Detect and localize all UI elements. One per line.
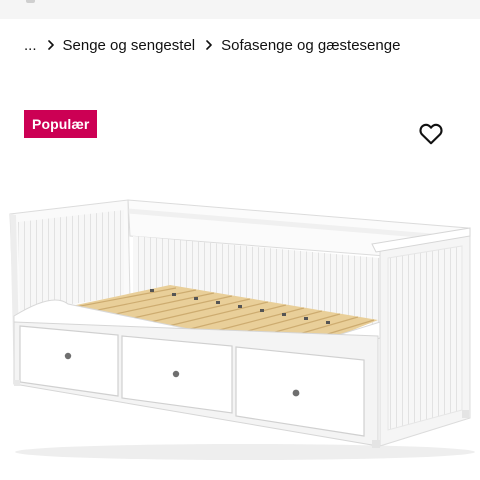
favourite-button[interactable] xyxy=(417,120,445,148)
daybed-illustration xyxy=(9,199,475,460)
top-bar-edge xyxy=(26,0,35,3)
breadcrumb-item-sofasenge[interactable]: Sofasenge og gæstesenge xyxy=(221,37,400,54)
breadcrumb: ... Senge og sengestel Sofasenge og gæst… xyxy=(24,34,400,56)
breadcrumb-item-senge[interactable]: Senge og sengestel xyxy=(63,37,196,54)
chevron-right-icon xyxy=(47,40,54,50)
product-image[interactable] xyxy=(0,190,480,460)
heart-outline-icon xyxy=(419,123,443,145)
popular-badge: Populær xyxy=(24,110,98,138)
top-bar-strip xyxy=(0,0,480,19)
chevron-right-icon xyxy=(206,40,212,50)
breadcrumb-ellipsis[interactable]: ... xyxy=(24,37,37,54)
